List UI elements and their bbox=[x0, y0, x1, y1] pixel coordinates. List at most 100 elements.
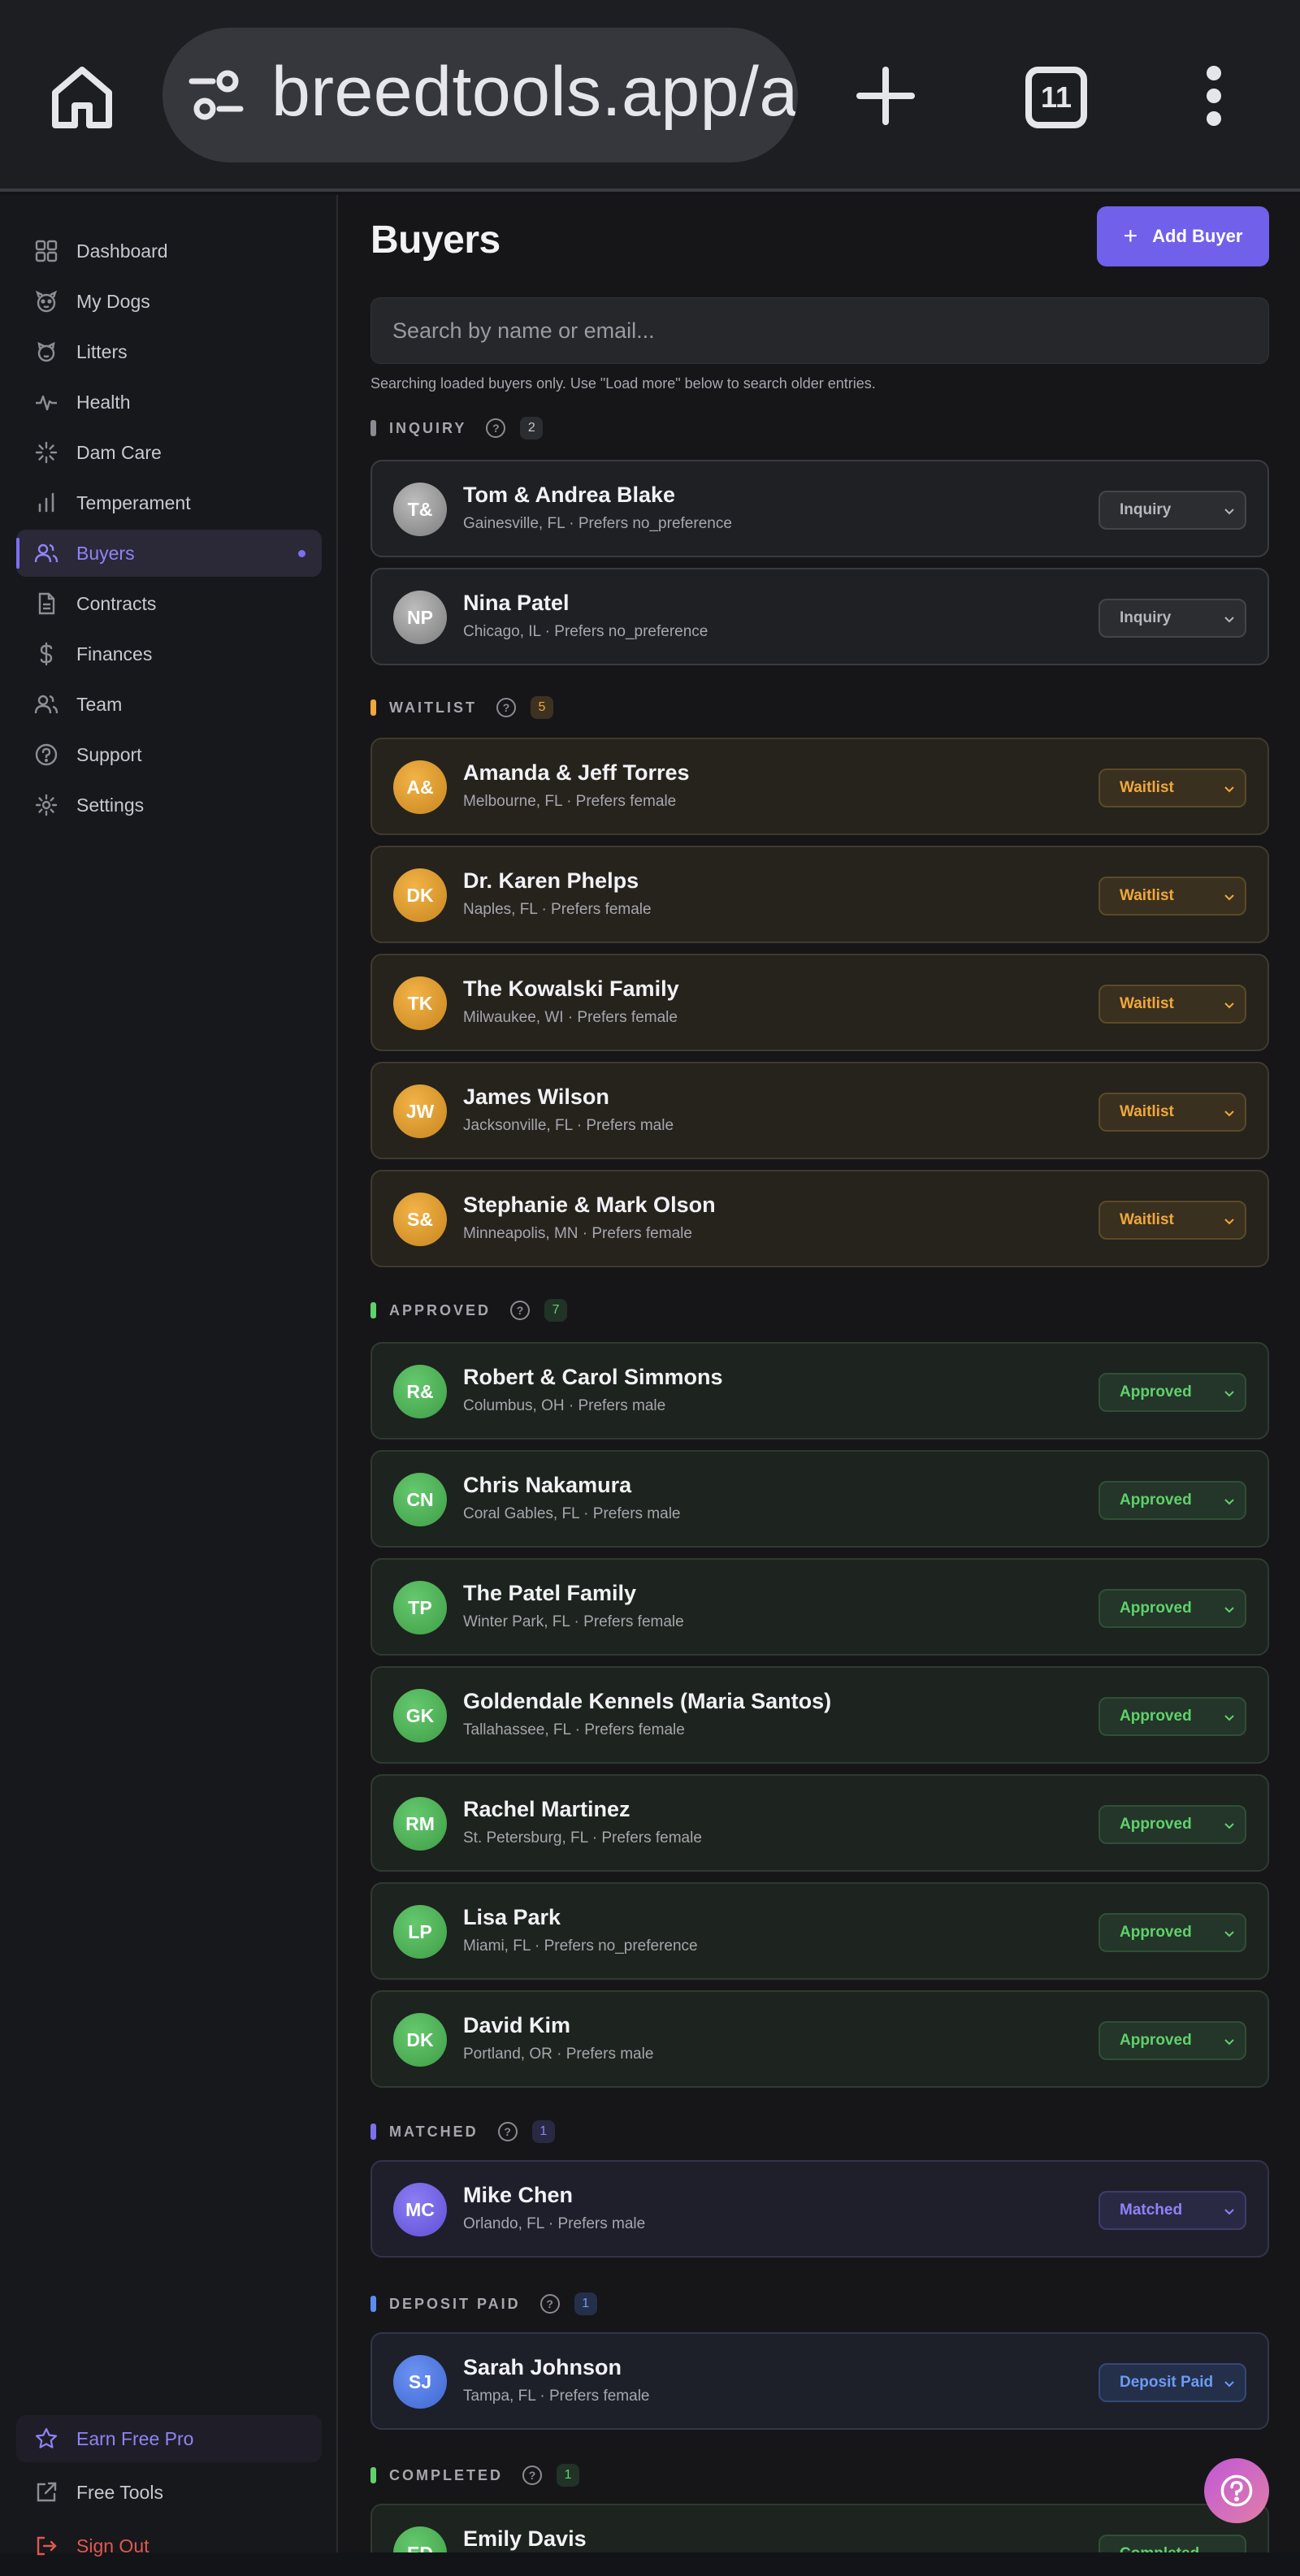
avatar: TP bbox=[393, 1581, 447, 1634]
sidebar-item-health[interactable]: Health bbox=[16, 379, 322, 426]
sidebar-item-label: Buyers bbox=[76, 542, 135, 564]
sidebar-item-team[interactable]: Team bbox=[16, 681, 322, 728]
sidebar-item-finances[interactable]: Finances bbox=[16, 630, 322, 678]
buyer-details: Melbourne, FL · Prefers female bbox=[463, 793, 677, 810]
status-select[interactable]: Inquiry bbox=[1098, 599, 1246, 638]
buyer-card[interactable]: GK Goldendale Kennels (Maria Santos) Tal… bbox=[370, 1666, 1269, 1764]
section-count: 7 bbox=[544, 1299, 568, 1322]
sidebar-item-litters[interactable]: Litters bbox=[16, 328, 322, 375]
buyer-card[interactable]: RM Rachel Martinez St. Petersburg, FL · … bbox=[370, 1774, 1269, 1872]
buyer-name: Mike Chen bbox=[463, 2183, 574, 2207]
status-select[interactable]: Waitlist bbox=[1098, 1093, 1246, 1132]
chevron-down-icon bbox=[1224, 2039, 1234, 2046]
buyer-name: David Kim bbox=[463, 2013, 571, 2037]
status-select[interactable]: Waitlist bbox=[1098, 1201, 1246, 1240]
sign-out-link[interactable]: Sign Out bbox=[16, 2522, 322, 2570]
buyer-card[interactable]: A& Amanda & Jeff Torres Melbourne, FL · … bbox=[370, 738, 1269, 835]
status-select[interactable]: Waitlist bbox=[1098, 768, 1246, 807]
avatar: A& bbox=[393, 760, 447, 814]
status-select[interactable]: Inquiry bbox=[1098, 491, 1246, 530]
chevron-down-icon bbox=[1224, 1931, 1234, 1937]
status-value: Approved bbox=[1120, 1816, 1192, 1833]
earn-free-pro-link[interactable]: Earn Free Pro bbox=[16, 2415, 322, 2462]
site-settings-icon[interactable] bbox=[188, 70, 244, 120]
sidebar-item-settings[interactable]: Settings bbox=[16, 781, 322, 829]
avatar: DK bbox=[393, 868, 447, 922]
sidebar-item-dam-care[interactable]: Dam Care bbox=[16, 429, 322, 476]
avatar: S& bbox=[393, 1193, 447, 1246]
page-title: Buyers bbox=[370, 219, 500, 262]
sidebar-item-buyers[interactable]: Buyers bbox=[16, 530, 322, 577]
buyer-card[interactable]: SJ Sarah Johnson Tampa, FL · Prefers fem… bbox=[370, 2332, 1269, 2430]
help-icon[interactable]: ? bbox=[510, 1301, 531, 1320]
status-select[interactable]: Completed bbox=[1098, 2535, 1246, 2552]
search-input[interactable]: Search by name or email... bbox=[370, 297, 1269, 364]
sidebar-item-temperament[interactable]: Temperament bbox=[16, 479, 322, 526]
dollar-icon bbox=[40, 642, 53, 666]
free-tools-link[interactable]: Free Tools bbox=[16, 2469, 322, 2516]
tab-switcher-button[interactable]: 11 bbox=[1025, 67, 1087, 128]
help-icon[interactable]: ? bbox=[496, 698, 516, 717]
sidebar-footer: Earn Free Pro Free Tools Sign Out bbox=[16, 2415, 322, 2576]
new-tab-icon[interactable] bbox=[855, 65, 916, 127]
sidebar-item-support[interactable]: Support bbox=[16, 731, 322, 778]
buyer-card[interactable]: NP Nina Patel Chicago, IL · Prefers no_p… bbox=[370, 568, 1269, 665]
section-completed: COMPLETED ? 1 ED Emily Davis Completed bbox=[370, 2463, 1269, 2552]
gear-icon bbox=[35, 794, 58, 816]
buyer-card[interactable]: DK David Kim Portland, OR · Prefers male… bbox=[370, 1990, 1269, 2088]
status-select[interactable]: Matched bbox=[1098, 2191, 1246, 2230]
buyer-card[interactable]: DK Dr. Karen Phelps Naples, FL · Prefers… bbox=[370, 846, 1269, 943]
status-select[interactable]: Waitlist bbox=[1098, 985, 1246, 1024]
sidebar-item-my-dogs[interactable]: My Dogs bbox=[16, 278, 322, 325]
buyer-card[interactable]: S& Stephanie & Mark Olson Minneapolis, M… bbox=[370, 1170, 1269, 1267]
section-header: MATCHED ? 1 bbox=[370, 2119, 1269, 2144]
search-placeholder: Search by name or email... bbox=[392, 318, 655, 343]
buyer-card[interactable]: TP The Patel Family Winter Park, FL · Pr… bbox=[370, 1558, 1269, 1656]
chevron-down-icon bbox=[1224, 509, 1234, 515]
status-select[interactable]: Approved bbox=[1098, 1481, 1246, 1520]
sidebar-item-label: Support bbox=[76, 743, 142, 765]
add-buyer-button[interactable]: + Add Buyer bbox=[1097, 206, 1269, 266]
status-select[interactable]: Approved bbox=[1098, 1697, 1246, 1736]
buyer-details: Miami, FL · Prefers no_preference bbox=[463, 1937, 698, 1955]
status-select[interactable]: Approved bbox=[1098, 1805, 1246, 1844]
more-menu-icon[interactable] bbox=[1202, 65, 1225, 127]
buyer-card[interactable]: ED Emily Davis Completed bbox=[370, 2504, 1269, 2552]
buyer-card[interactable]: R& Robert & Carol Simmons Columbus, OH ·… bbox=[370, 1342, 1269, 1440]
help-icon[interactable]: ? bbox=[522, 2466, 543, 2485]
address-bar[interactable]: breedtools.app/a bbox=[162, 28, 798, 162]
buyer-card[interactable]: MC Mike Chen Orlando, FL · Prefers male … bbox=[370, 2160, 1269, 2258]
buyer-name: James Wilson bbox=[463, 1085, 609, 1109]
buyer-card[interactable]: CN Chris Nakamura Coral Gables, FL · Pre… bbox=[370, 1450, 1269, 1548]
section-color-bar bbox=[370, 1302, 376, 1318]
help-circle-icon bbox=[35, 743, 58, 766]
buyer-card[interactable]: TK The Kowalski Family Milwaukee, WI · P… bbox=[370, 954, 1269, 1051]
help-icon[interactable]: ? bbox=[486, 418, 506, 438]
help-icon[interactable]: ? bbox=[497, 2122, 518, 2141]
buyer-card[interactable]: JW James Wilson Jacksonville, FL · Prefe… bbox=[370, 1062, 1269, 1159]
status-select[interactable]: Approved bbox=[1098, 1589, 1246, 1628]
buyer-card[interactable]: LP Lisa Park Miami, FL · Prefers no_pref… bbox=[370, 1882, 1269, 1980]
home-icon[interactable] bbox=[49, 63, 115, 130]
section-inquiry: INQUIRY ? 2 T& Tom & Andrea Blake Gaines… bbox=[370, 416, 1269, 665]
status-value: Deposit Paid bbox=[1120, 2374, 1214, 2391]
buyer-details: Portland, OR · Prefers male bbox=[463, 2046, 654, 2063]
sidebar-item-contracts[interactable]: Contracts bbox=[16, 580, 322, 627]
status-select[interactable]: Deposit Paid bbox=[1098, 2363, 1246, 2402]
sign-out-icon bbox=[37, 2536, 57, 2556]
help-icon[interactable]: ? bbox=[540, 2294, 560, 2314]
sidebar-item-label: Contracts bbox=[76, 592, 157, 614]
section-label: COMPLETED bbox=[389, 2466, 504, 2483]
status-value: Completed bbox=[1120, 2545, 1199, 2552]
status-select[interactable]: Approved bbox=[1098, 1913, 1246, 1952]
buyer-name: Robert & Carol Simmons bbox=[463, 1365, 723, 1389]
status-select[interactable]: Approved bbox=[1098, 1373, 1246, 1412]
buyer-details: Columbus, OH · Prefers male bbox=[463, 1397, 666, 1414]
help-button[interactable] bbox=[1204, 2458, 1269, 2523]
buyer-name: The Patel Family bbox=[463, 1581, 637, 1605]
status-select[interactable]: Waitlist bbox=[1098, 877, 1246, 916]
section-label: APPROVED bbox=[389, 1301, 492, 1318]
sidebar-item-dashboard[interactable]: Dashboard bbox=[16, 227, 322, 275]
status-select[interactable]: Approved bbox=[1098, 2021, 1246, 2060]
buyer-card[interactable]: T& Tom & Andrea Blake Gainesville, FL · … bbox=[370, 460, 1269, 557]
